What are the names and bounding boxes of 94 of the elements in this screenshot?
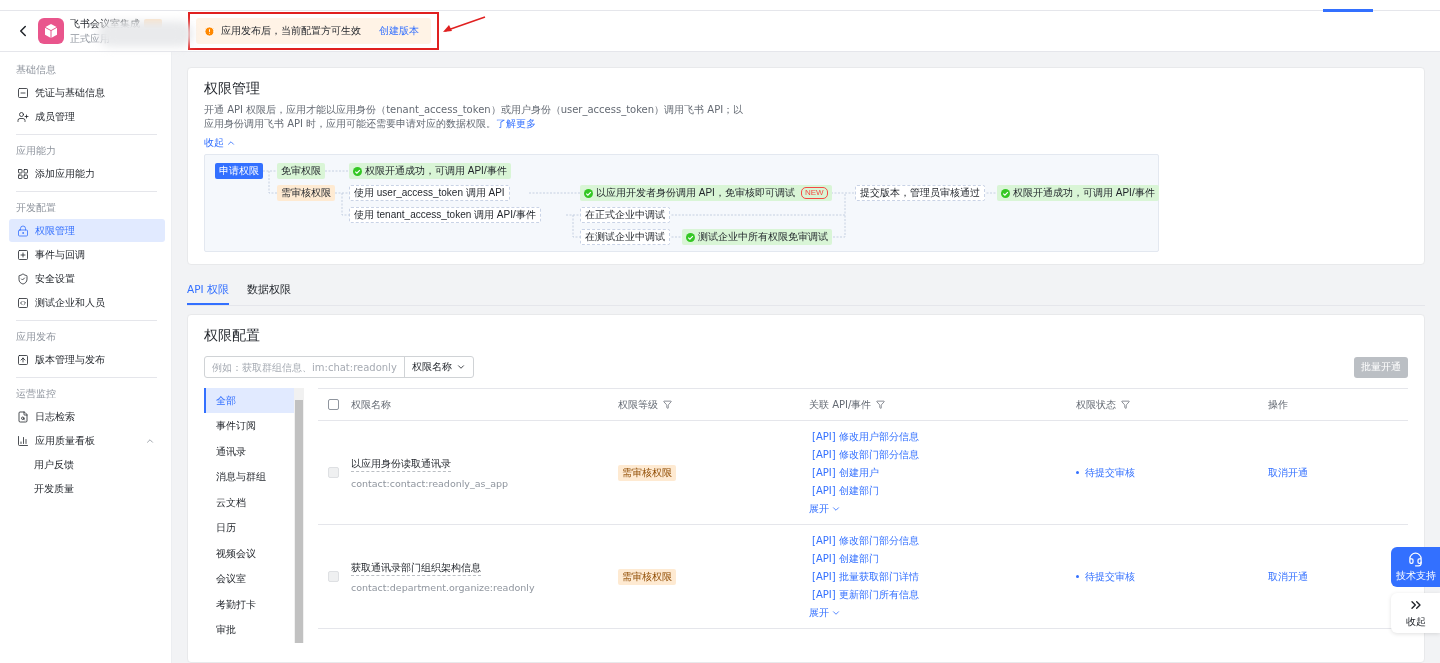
sidebar-item[interactable]: 用户反馈 (9, 453, 165, 476)
section-title: 开发配置 (15, 201, 57, 215)
flow-node: 使用 user_access_token 调用 API (349, 185, 510, 201)
app-name: 飞书会议室集成 (70, 16, 140, 31)
sidebar-item[interactable]: 日志检索 (9, 405, 165, 428)
level-tag: 需审核权限 (618, 568, 676, 585)
code-icon (17, 296, 29, 309)
app-logo-icon (38, 18, 64, 44)
flow-node: 以应用开发者身份调用 API，免审核即可调试 NEW (580, 185, 832, 201)
learn-more-link[interactable]: 了解更多 (496, 118, 537, 129)
check-circle-icon (353, 166, 362, 176)
collapse-button[interactable]: 收起 (1391, 593, 1440, 633)
flow-node: 测试企业中所有权限免审调试 (682, 229, 832, 245)
category-item[interactable]: 会议室 (204, 566, 294, 592)
create-version-link[interactable]: 创建版本 (379, 24, 419, 38)
plus-square-icon (17, 248, 29, 261)
flow-node: 在测试企业中调试 (580, 229, 670, 245)
permission-name: 获取通讯录部门组织架构信息 (351, 560, 481, 576)
category-item[interactable]: 考勤打卡 (204, 592, 294, 617)
sidebar-item[interactable]: 版本管理与发布 (9, 348, 165, 371)
check-circle-icon (686, 232, 695, 242)
sidebar-item[interactable]: 事件与回调 (9, 243, 165, 266)
notice-text: 应用发布后，当前配置方可生效 (221, 24, 361, 38)
section-title: 基础信息 (15, 63, 57, 77)
checkbox[interactable] (328, 399, 339, 410)
warning-icon (204, 25, 215, 37)
search-field[interactable]: 例如：获取群组信息、im:chat:readonly 权限名称 (204, 356, 474, 378)
sidebar-item[interactable]: 测试企业和人员 (9, 291, 165, 314)
sidebar-item[interactable]: 成员管理 (9, 105, 165, 128)
tab-indicator (1323, 9, 1373, 12)
check-circle-icon (584, 188, 593, 198)
user-plus-icon (17, 110, 29, 123)
column-header: 关联 API/事件 (809, 397, 886, 412)
category-item[interactable]: 消息与群组 (204, 464, 294, 490)
chevron-up-icon (226, 138, 236, 148)
category-item[interactable]: 全部 (204, 388, 294, 413)
flow-node: 在正式企业中调试 (580, 207, 670, 223)
filter-icon[interactable] (663, 400, 672, 409)
category-item[interactable]: 审批 (204, 617, 294, 643)
sidebar-item[interactable]: 安全设置 (9, 267, 165, 290)
sidebar-item[interactable]: 应用质量看板 (9, 429, 165, 452)
category-item[interactable]: 视频会议 (204, 541, 294, 566)
collapse-link[interactable]: 收起 (204, 136, 236, 150)
level-tag: 需审核权限 (618, 464, 676, 481)
page-title: 权限管理 (204, 80, 261, 98)
file-search-icon (17, 410, 29, 423)
new-badge: NEW (800, 187, 828, 199)
category-item[interactable]: 日历 (204, 515, 294, 541)
sidebar-item[interactable]: 权限管理 (9, 219, 165, 242)
flow-node: 提交版本，管理员审核通过 (855, 185, 985, 201)
status-text: 待提交审核 (1076, 569, 1135, 584)
headset-icon (1408, 551, 1423, 567)
category-item[interactable]: 云文档 (204, 490, 294, 515)
sidebar-item[interactable]: 开发质量 (9, 477, 165, 500)
chevron-down-icon (456, 362, 466, 372)
column-header: 权限名称 (351, 397, 391, 412)
check-circle-icon (1001, 188, 1010, 198)
permission-scope: contact:contact:readonly_as_app (351, 477, 510, 489)
category-item[interactable]: 事件订阅 (204, 413, 294, 439)
section-title: 运营监控 (15, 387, 57, 401)
section-title: 应用能力 (15, 144, 57, 158)
bar-chart-icon (17, 434, 29, 447)
permission-name: 以应用身份读取通讯录 (351, 456, 451, 472)
status-dot (1076, 575, 1079, 578)
category-item[interactable]: 通讯录 (204, 439, 294, 464)
sidebar-item[interactable]: 添加应用能力 (9, 162, 165, 185)
upload-icon (17, 353, 29, 366)
flow-node: 申请权限 (215, 163, 263, 179)
flow-node: 使用 tenant_access_token 调用 API/事件 (349, 207, 541, 223)
column-header: 操作 (1268, 397, 1288, 412)
column-header: 权限等级 (618, 397, 672, 412)
sidebar-item[interactable]: 凭证与基础信息 (9, 81, 165, 104)
lock-icon (17, 224, 29, 237)
permission-scope: contact:department.organize:readonly (351, 581, 536, 593)
tab[interactable]: 数据权限 (246, 279, 291, 305)
filter-icon[interactable] (876, 400, 886, 409)
shield-check-icon (17, 272, 29, 285)
flow-node: 权限开通成功，可调用 API/事件 (349, 163, 511, 179)
flow-node: 需审核权限 (277, 185, 335, 201)
section-title: 应用发布 (15, 330, 57, 344)
status-dot (1076, 471, 1079, 474)
description: 开通 API 权限后，应用才能以应用身份（tenant_access_token）或用户身份（user_access_token）调用飞书 API；以应用身份调用飞书 API 时，应用可能还需要申请对应的数据权限。了解更多 (204, 103, 744, 131)
section-heading: 权限配置 (204, 327, 261, 345)
search-type-select[interactable]: 权限名称 (405, 357, 473, 377)
status-text: 待提交审核 (1076, 465, 1135, 480)
tab[interactable]: API 权限 (187, 279, 229, 305)
flow-node: 权限开通成功，可调用 API/事件 (997, 185, 1159, 201)
grid-icon (17, 167, 29, 180)
flow-node: 免审权限 (277, 163, 325, 179)
support-button[interactable]: 技术支持 (1391, 547, 1440, 587)
card-icon (17, 86, 29, 99)
scrollbar[interactable] (294, 388, 304, 643)
filter-icon[interactable] (1121, 400, 1130, 409)
column-header: 权限状态 (1076, 397, 1130, 412)
